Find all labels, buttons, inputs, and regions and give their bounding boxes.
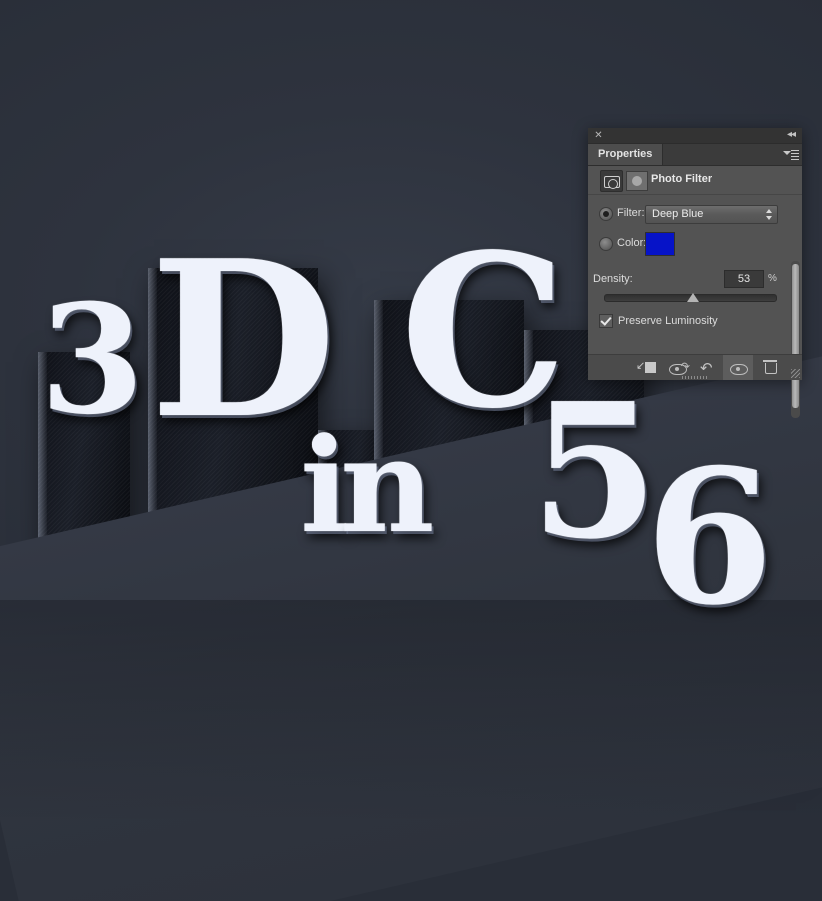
delete-adjustment-button[interactable] — [755, 355, 785, 380]
filter-select-value: Deep Blue — [652, 208, 704, 220]
color-label: Color: — [617, 237, 647, 249]
clip-to-layer-button[interactable]: ↙ — [632, 355, 662, 380]
filter-radio[interactable] — [599, 207, 613, 221]
artwork-glyph: 3 — [40, 272, 145, 448]
photoshop-canvas: 3 D i n C 5 6 ✕ ◂◂ Properties Photo Filt… — [0, 0, 822, 901]
close-icon[interactable]: ✕ — [593, 130, 604, 141]
panel-menu-icon[interactable] — [783, 148, 799, 161]
panel-footer: ↙ ↷ ↶ — [588, 354, 802, 380]
filter-select[interactable]: Deep Blue — [645, 205, 778, 224]
clip-arrow-icon: ↙ — [636, 360, 646, 372]
arrow-cw-icon: ↷ — [680, 361, 690, 373]
layer-mask-thumbnail[interactable] — [626, 171, 648, 191]
chevron-updown-icon[interactable] — [765, 208, 774, 221]
panel-titlebar: ✕ ◂◂ — [588, 128, 802, 144]
density-slider-thumb[interactable] — [687, 293, 699, 302]
artwork-glyph: D — [150, 213, 337, 466]
properties-panel: ✕ ◂◂ Properties Photo Filter Filter: Dee… — [588, 128, 802, 418]
adjustment-header: Photo Filter — [588, 166, 802, 195]
filter-label: Filter: — [617, 207, 645, 219]
tab-properties[interactable]: Properties — [588, 144, 664, 165]
preserve-luminosity-label: Preserve Luminosity — [618, 315, 718, 327]
eye-icon — [730, 364, 748, 375]
trash-icon — [763, 360, 777, 374]
artwork-glyph: 6 — [645, 428, 774, 646]
artwork-glyph: 5 — [530, 362, 659, 580]
color-swatch[interactable] — [645, 232, 675, 256]
color-radio[interactable] — [599, 237, 613, 251]
density-label: Density: — [593, 273, 633, 285]
panel-scrollbar-thumb — [792, 264, 799, 408]
undo-icon: ↶ — [700, 360, 713, 377]
density-input[interactable]: 53 — [724, 270, 764, 288]
photo-filter-icon[interactable] — [600, 170, 623, 192]
panel-scrollbar[interactable] — [791, 261, 800, 418]
panel-resize-grip[interactable] — [791, 369, 800, 378]
collapse-panel-icon[interactable]: ◂◂ — [784, 129, 798, 141]
panel-drag-handle[interactable] — [682, 376, 708, 379]
clip-square-icon — [645, 362, 656, 373]
preserve-luminosity-checkbox[interactable] — [599, 314, 613, 328]
density-unit: % — [768, 273, 777, 284]
panel-tabstrip: Properties — [588, 144, 802, 166]
toggle-visibility-button[interactable] — [723, 355, 753, 380]
adjustment-title: Photo Filter — [651, 173, 713, 185]
density-value: 53 — [737, 273, 751, 285]
panel-body: Filter: Deep Blue Color: Density: 53 % P… — [588, 195, 802, 418]
